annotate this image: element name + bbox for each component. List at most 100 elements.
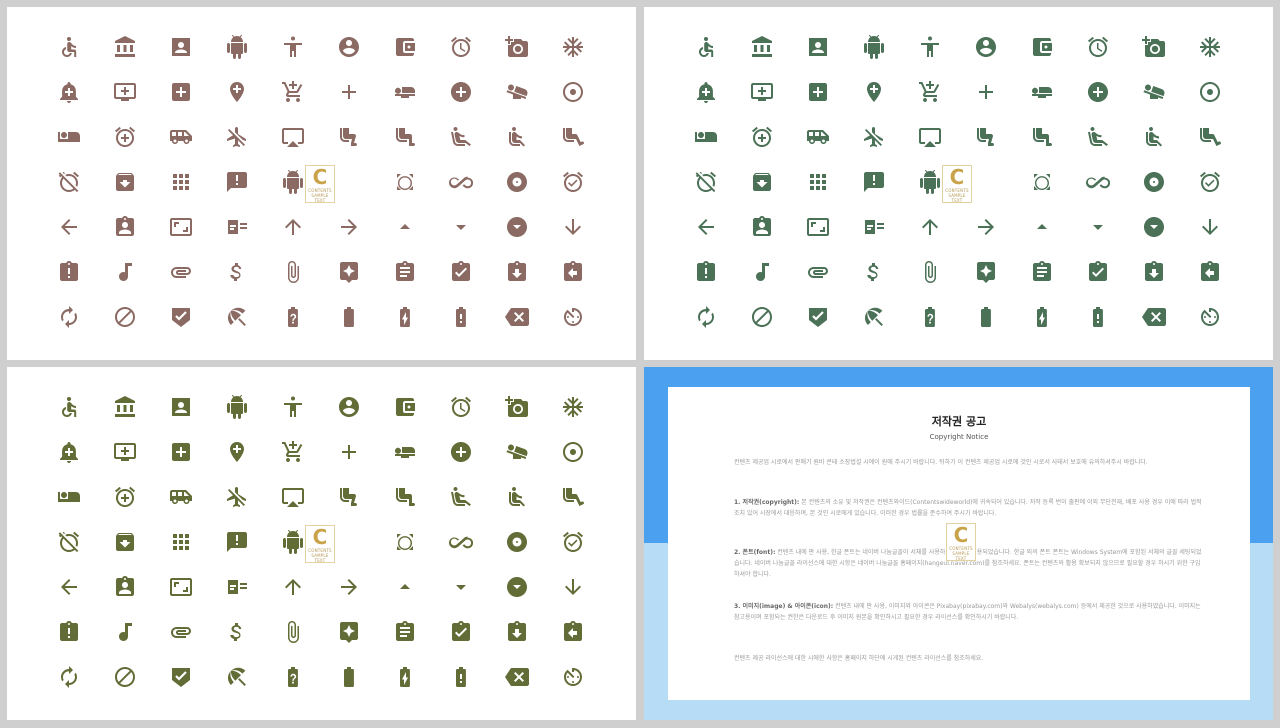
battery-alert-icon [456,306,466,327]
airline-seat-recline-normal-icon [509,486,525,506]
attach-file-icon [288,620,299,643]
beach-access-icon [209,294,265,339]
android-icon [920,169,940,194]
announcement-icon [227,171,247,192]
bank-icon [752,35,772,57]
arrow-drop-up-icon [1014,204,1070,249]
ac-unit-icon [563,396,583,417]
add-alert-icon [41,69,97,114]
alarm-icon [433,24,489,69]
airline-seat-recline-extra-icon [451,126,471,146]
battery-charging-icon [400,306,410,327]
aspect-ratio-icon [790,204,846,249]
airline-seat-recline-normal-icon [1146,126,1162,146]
battery-alert-icon [433,654,489,699]
portrait-icon [153,384,209,429]
contents-badge: C CONTENTS SAMPLE TEXT [305,165,335,203]
battery-unknown-icon [288,666,298,687]
audiotrack-icon [97,609,153,654]
alarm-icon [451,396,471,417]
add-circle-icon [433,69,489,114]
airplay-icon [282,487,304,507]
assignment-return-icon [564,620,582,641]
assignment-late-icon [60,620,78,641]
adjust-icon [1182,69,1238,114]
add-alert-icon [678,69,734,114]
airline-seat-legroom-reduced-icon [977,127,994,146]
block-icon [97,654,153,699]
assignment-return-icon [1201,260,1219,281]
assignment-text-icon [377,609,433,654]
arrow-drop-down-circle-icon [1126,204,1182,249]
add-icon [342,444,356,459]
announcement-icon [846,159,902,204]
assignment-turned-in-icon [452,260,470,281]
accessibility-icon [284,36,302,57]
alarm-on-icon [1182,159,1238,204]
bank-icon [115,395,135,417]
portrait-icon [153,24,209,69]
arrow-upward-icon [265,204,321,249]
account-circle-icon [976,36,996,57]
archive-icon [734,159,790,204]
backspace-icon [505,667,529,686]
account-circle-icon [339,36,359,57]
arrow-back-icon [61,218,77,235]
arrow-downward-icon [565,218,581,235]
audiotrack-icon [119,622,132,641]
wallet-icon [377,24,433,69]
assignment-icon [228,219,247,234]
alarm-off-icon [58,171,79,192]
battery-charging-icon [1014,294,1070,339]
bank-icon [97,24,153,69]
alarm-off-icon [58,531,79,552]
contents-badge: C CONTENTS SAMPLE TEXT [942,165,972,203]
autorenew-icon [698,305,714,328]
notice-subtitle: Copyright Notice [929,433,989,441]
backspace-icon [1142,307,1166,326]
airline-seat-legroom-normal-icon [1033,127,1052,146]
add-box-icon [172,82,190,101]
assistant-icon [340,261,358,283]
airplay-icon [902,114,958,159]
battery-charging-icon [377,294,433,339]
add-box-icon [153,429,209,474]
autorenew-icon [678,294,734,339]
wallet-icon [396,37,415,56]
add-location-icon [867,81,881,102]
aspect-ratio-icon [153,204,209,249]
airline-seat-individual-suite-icon [58,131,80,142]
backspace-icon [505,307,529,326]
all-inclusive-icon [1070,159,1126,204]
assignment-icon [209,204,265,249]
airline-seat-recline-extra-icon [1070,114,1126,159]
block-icon [752,306,772,327]
airline-seat-legroom-normal-icon [377,474,433,519]
assignment-text-icon [377,249,433,294]
arrow-downward-icon [545,564,601,609]
autorenew-icon [61,305,77,328]
assignment-returned-icon [489,249,545,294]
assistant-icon [977,261,995,283]
android-icon [227,34,247,59]
alarm-add-icon [97,114,153,159]
all-out-icon [1014,159,1070,204]
add-box-icon [172,442,190,461]
battery-alert-icon [433,294,489,339]
arrow-drop-up-icon [1037,223,1047,229]
assignment-return-icon [545,609,601,654]
attach-money-icon [230,622,242,641]
airline-seat-legroom-reduced-icon [958,114,1014,159]
add-a-photo-icon [1126,24,1182,69]
airplanemode-inactive-icon [209,474,265,519]
assignment-turned-in-icon [433,609,489,654]
assistant-icon [958,249,1014,294]
beach-access-icon [846,294,902,339]
add-location-icon [846,69,902,114]
airline-seat-legroom-extra-icon [563,127,585,146]
alarm-off-icon [678,159,734,204]
announcement-icon [209,519,265,564]
av-timer-icon [564,307,582,326]
add-box-icon [809,82,827,101]
attach-file-icon [265,609,321,654]
